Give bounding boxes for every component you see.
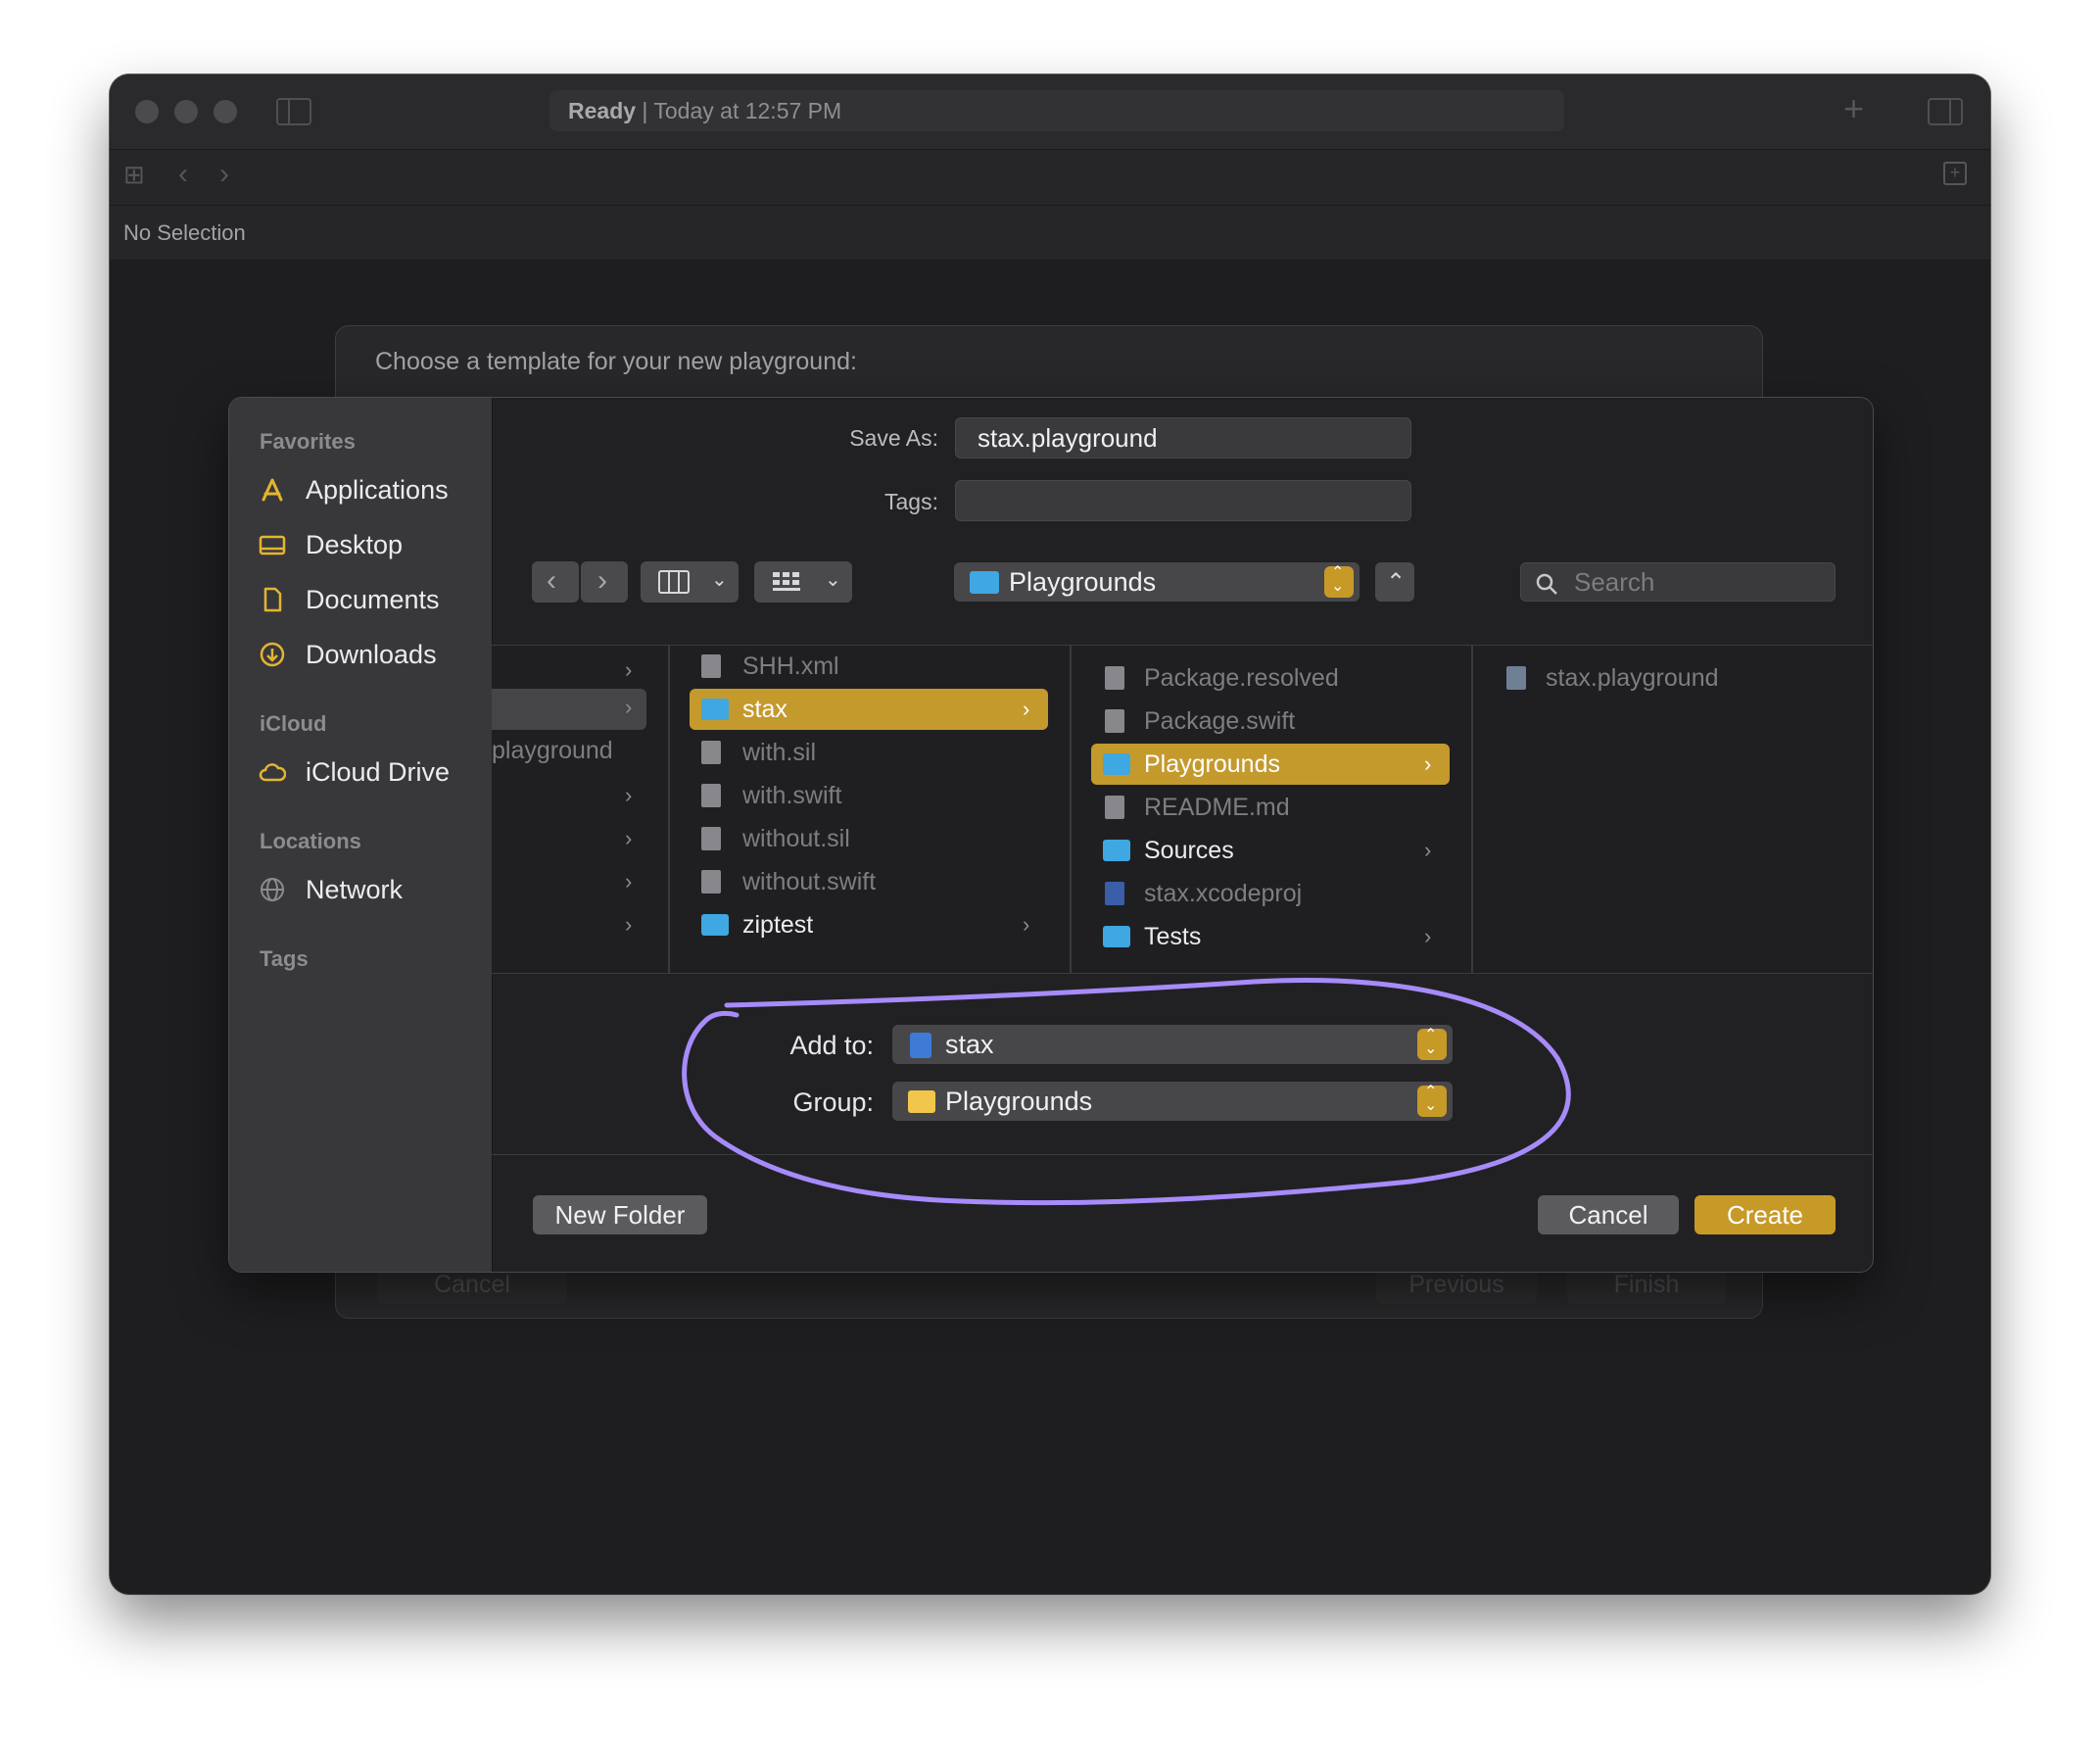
annotation-circle [682, 978, 1571, 1206]
annotation-stroke [682, 978, 1571, 1206]
